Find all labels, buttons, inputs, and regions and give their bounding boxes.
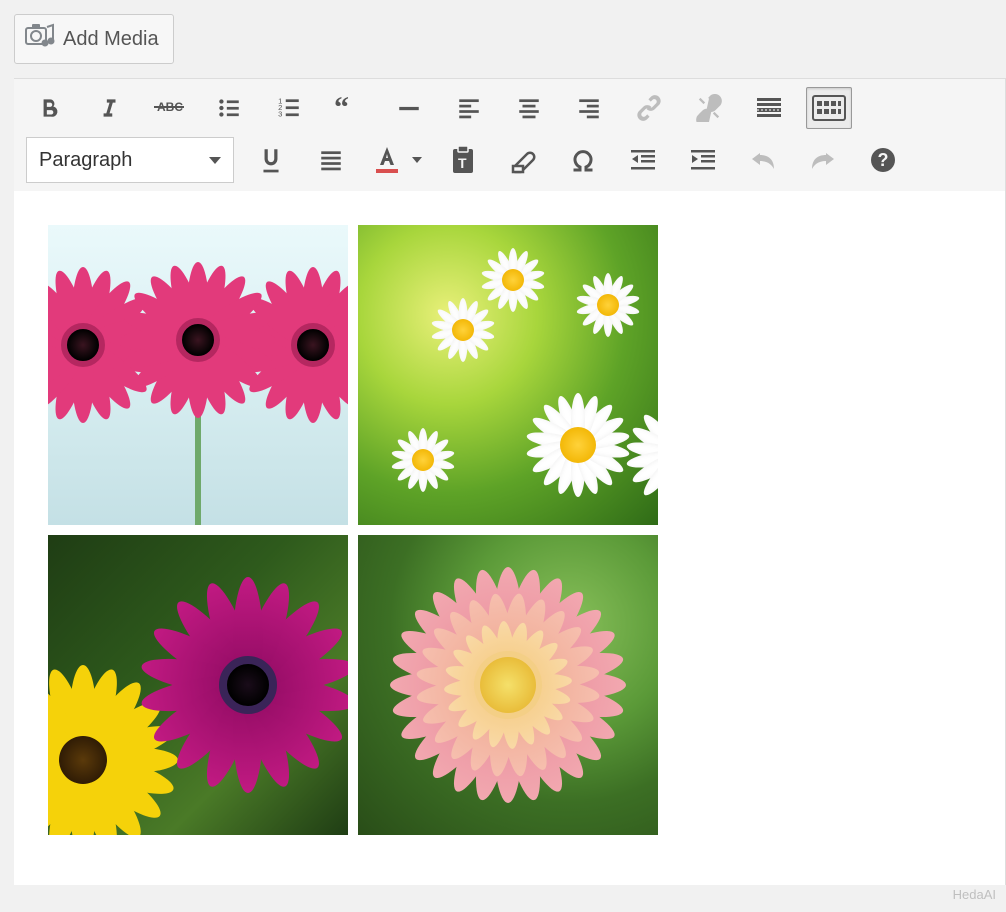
- insert-more-tag-button[interactable]: [746, 87, 792, 129]
- redo-button[interactable]: [800, 139, 846, 181]
- special-character-button[interactable]: [560, 139, 606, 181]
- help-button[interactable]: ?: [860, 139, 906, 181]
- italic-button[interactable]: [86, 87, 132, 129]
- format-select[interactable]: Paragraph: [26, 137, 234, 183]
- clear-formatting-button[interactable]: [500, 139, 546, 181]
- numbered-list-button[interactable]: 123: [266, 87, 312, 129]
- gallery-image-2[interactable]: [358, 225, 658, 525]
- indent-button[interactable]: [680, 139, 726, 181]
- align-left-button[interactable]: [446, 87, 492, 129]
- watermark: HedaAI: [953, 887, 996, 902]
- image-gallery[interactable]: [48, 225, 658, 835]
- remove-link-button[interactable]: [686, 87, 732, 129]
- add-media-button[interactable]: Add Media: [14, 14, 174, 64]
- toolbar-toggle-button[interactable]: [806, 87, 852, 129]
- insert-link-button[interactable]: [626, 87, 672, 129]
- format-select-label: Paragraph: [39, 149, 132, 172]
- undo-button[interactable]: [740, 139, 786, 181]
- gallery-image-3[interactable]: [48, 535, 348, 835]
- toolbar-row-2: Paragraph T: [14, 133, 1005, 187]
- align-center-button[interactable]: [506, 87, 552, 129]
- blockquote-button[interactable]: “: [326, 87, 372, 129]
- add-media-label: Add Media: [63, 28, 159, 51]
- svg-text:?: ?: [878, 150, 889, 170]
- svg-text:3: 3: [278, 110, 282, 119]
- gallery-image-1[interactable]: [48, 225, 348, 525]
- svg-text:“: “: [334, 95, 349, 121]
- editor-toolbar: ABC 123 “: [14, 78, 1006, 191]
- outdent-button[interactable]: [620, 139, 666, 181]
- text-color-dropdown[interactable]: [408, 139, 426, 181]
- align-justify-button[interactable]: [308, 139, 354, 181]
- chevron-down-icon: [209, 157, 221, 164]
- horizontal-rule-button[interactable]: [386, 87, 432, 129]
- text-color-swatch: [376, 169, 398, 173]
- bullet-list-button[interactable]: [206, 87, 252, 129]
- svg-text:T: T: [458, 155, 467, 171]
- editor-content-area[interactable]: [14, 191, 1006, 885]
- text-color-button[interactable]: [368, 139, 406, 181]
- underline-button[interactable]: [248, 139, 294, 181]
- camera-music-icon: [25, 23, 55, 55]
- gallery-image-4[interactable]: [358, 535, 658, 835]
- toolbar-row-1: ABC 123 “: [14, 83, 1005, 133]
- bold-button[interactable]: [26, 87, 72, 129]
- strikethrough-button[interactable]: ABC: [146, 87, 192, 129]
- align-right-button[interactable]: [566, 87, 612, 129]
- paste-as-text-button[interactable]: T: [440, 139, 486, 181]
